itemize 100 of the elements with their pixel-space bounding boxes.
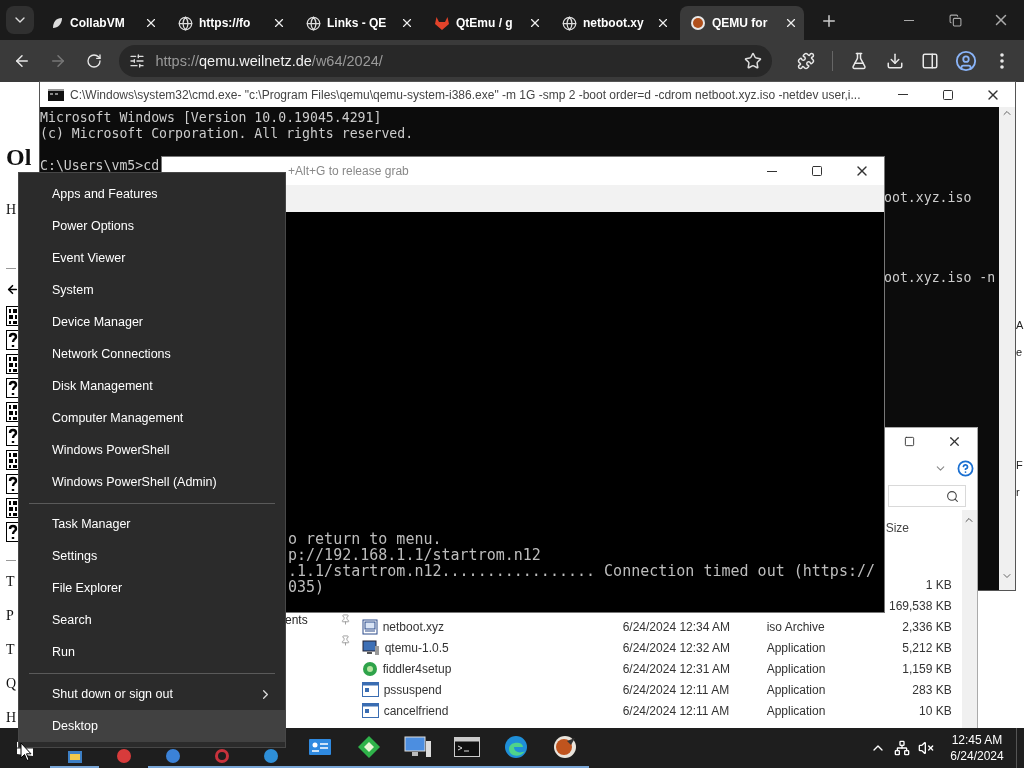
maximize-icon [904,436,915,447]
application-icon [361,703,379,718]
maximize-icon [941,88,954,101]
close-icon[interactable] [656,16,670,30]
menu-item[interactable]: Search [19,604,285,636]
menu-item[interactable]: Event Viewer [19,242,285,274]
console-line: 035) [288,579,326,595]
console-line: p://192.168.1.1/startrom.n12 [288,547,541,563]
qemu-icon [690,15,706,31]
puzzle-icon [796,52,815,70]
menu-item[interactable]: Windows PowerShell [19,434,285,466]
table-cell-text: 6/24/2024 12:31 AM [622,661,732,676]
disc-image-icon [361,618,378,635]
menu-item[interactable]: Network Connections [19,338,285,370]
scrollbar[interactable] [961,510,977,728]
menu-item[interactable]: Desktop [19,710,285,742]
globe-icon [178,15,193,31]
file-name[interactable]: fiddler4setup [382,661,452,676]
bookmark-star-icon[interactable] [744,52,763,70]
back-arrow-icon[interactable] [6,283,19,296]
console-line: o return to menu. [288,531,443,547]
menu-item[interactable]: Apps and Features [19,178,285,210]
table-cell-text: 1 KB [924,577,952,592]
nav-item[interactable]: ents [285,612,340,627]
menu-item[interactable]: Run [19,636,285,668]
file-name[interactable]: cancelfriend [383,703,449,718]
file-name[interactable]: qtemu-1.0.5 [384,640,449,655]
table-cell-text: iso Archive [766,619,826,634]
close-icon[interactable] [144,16,158,30]
menu-item[interactable]: Task Manager [19,508,285,540]
clock[interactable]: 12:45 AM 6/24/2024 [938,728,1016,768]
menu-item[interactable]: Settings [19,540,285,572]
close-icon[interactable] [528,16,542,30]
close-icon[interactable] [784,16,798,30]
table-cell-text: 6/24/2024 12:11 AM [622,703,731,718]
reload-icon [85,53,102,69]
menu-item[interactable]: Power Options [19,210,285,242]
menu-item[interactable]: Disk Management [19,370,285,402]
network-icon [894,740,910,756]
url-text: https://qemu.weilnetz.de/w64/2024/ [155,53,384,69]
globe-icon [306,15,321,31]
fox-icon [434,15,450,31]
menu-item[interactable]: Computer Management [19,402,285,434]
browser-tab[interactable]: QtEmu / g [424,6,548,40]
terminal-icon [453,737,480,757]
menu-item[interactable]: Device Manager [19,306,285,338]
table-cell-text: 6/24/2024 12:32 AM [622,640,732,655]
search-field[interactable] [888,485,966,507]
menu-item[interactable]: Windows PowerShell (Admin) [19,466,285,498]
table-cell-text: 6/24/2024 12:34 AM [622,619,732,634]
menu-item[interactable]: File Explorer [19,572,285,604]
table-cell-text: Application [766,682,827,697]
console-line: oot.xyz.iso [884,190,972,206]
site-info-icon[interactable] [129,53,146,69]
leaf-icon [50,16,64,30]
table-cell-text: Application [766,640,827,655]
tab-search-button[interactable] [6,6,34,34]
tab-title: netboot.xy [583,16,645,30]
minimize-icon [897,94,908,95]
address-bar[interactable]: https://qemu.weilnetz.de/w64/2024/ [119,45,773,77]
file-name[interactable]: netboot.xyz [382,619,445,634]
close-icon[interactable] [272,16,286,30]
close-icon[interactable] [400,16,414,30]
menu-item[interactable]: System [19,274,285,306]
computer-icon [403,735,432,759]
tab-title: QtEmu / g [456,16,514,30]
console-line: Microsoft Windows [Version 10.0.19045.4291] [40,110,382,126]
menu-icon [1000,53,1005,69]
tab-title: CollabVM [70,16,126,30]
search-icon [946,489,959,503]
plus-icon [820,12,838,30]
table-cell-text: 10 KB [917,703,952,718]
tab-title: https://fo [199,16,252,30]
table-cell-text: 1,159 KB [901,661,952,676]
pin-icon [340,635,351,646]
help-icon[interactable] [957,460,974,477]
browser-tab[interactable]: QEMU for [680,6,804,40]
maximize-icon [810,165,823,177]
setup-icon [361,660,378,677]
table-cell-text: 283 KB [911,682,952,697]
console-line: oot.xyz.iso -n [884,270,996,286]
minimize-icon [904,19,914,21]
column-header[interactable]: Size [881,521,962,535]
computer-icon [361,639,380,656]
pin-icon [340,614,351,625]
page-text: F [1016,458,1024,472]
edge-icon [503,735,528,759]
menu-item[interactable]: Shut down or sign out [19,678,285,710]
table-cell-text: Application [766,703,827,718]
console-icon [48,88,64,101]
page-text: e [1016,345,1024,359]
file-name[interactable]: pssuspend [383,682,442,697]
browser-tab[interactable]: Links - QE [296,6,420,40]
page-text: H [6,709,17,727]
browser-tab[interactable]: https://fo [168,6,292,40]
qemu-icon [552,735,577,759]
close-icon [947,434,962,449]
browser-tab[interactable]: netboot.xy [552,6,676,40]
browser-tab[interactable]: CollabVM [40,6,164,40]
table-cell-text: 6/24/2024 12:11 AM [622,682,731,697]
